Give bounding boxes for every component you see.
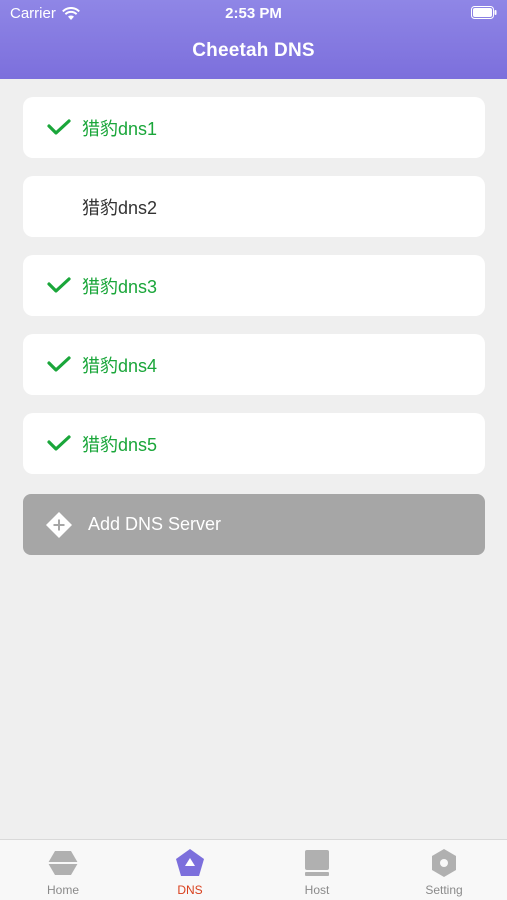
dns-item-label: 猎豹dns4 [82, 355, 158, 376]
dns-icon [176, 849, 204, 876]
home-icon [48, 851, 78, 875]
dns-item-1[interactable]: 猎豹dns1 [23, 97, 485, 158]
dns-item-5[interactable]: 猎豹dns5 [23, 413, 485, 474]
add-icon [46, 512, 72, 538]
tab-setting[interactable]: Setting [381, 840, 507, 900]
status-time: 2:53 PM [225, 5, 282, 22]
dns-item-2[interactable]: 猎豹dns2 [23, 176, 485, 237]
dns-item-label: 猎豹dns5 [82, 434, 158, 455]
tab-home-label: Home [46, 883, 79, 897]
tab-dns-label: DNS [177, 883, 203, 897]
add-dns-server-button[interactable]: Add DNS Server [23, 494, 485, 555]
battery-icon [471, 6, 497, 19]
tab-bar: Home DNS Host Setting [0, 839, 507, 900]
tab-dns[interactable]: DNS [127, 840, 253, 900]
dns-server-list: 猎豹dns1 猎豹dns2 猎豹dns3 猎豹dns4 猎豹dns5 [23, 97, 485, 492]
status-bar: Carrier 2:53 PM [0, 0, 507, 26]
setting-icon [432, 849, 456, 877]
add-dns-server-label: Add DNS Server [88, 514, 222, 534]
check-icon [47, 435, 71, 451]
dns-item-label: 猎豹dns2 [82, 197, 158, 218]
tab-setting-label: Setting [425, 883, 463, 897]
app-header: Carrier 2:53 PM Cheetah DNS [0, 0, 507, 79]
tab-host[interactable]: Host [254, 840, 380, 900]
page-title: Cheetah DNS [192, 40, 315, 61]
tab-home[interactable]: Home [0, 840, 126, 900]
dns-item-label: 猎豹dns1 [82, 118, 158, 139]
check-icon [47, 356, 71, 372]
host-icon [305, 850, 329, 876]
check-icon [47, 277, 71, 293]
dns-item-3[interactable]: 猎豹dns3 [23, 255, 485, 316]
tab-host-label: Host [304, 883, 330, 897]
dns-item-4[interactable]: 猎豹dns4 [23, 334, 485, 395]
dns-item-label: 猎豹dns3 [82, 276, 158, 297]
check-icon [47, 119, 71, 135]
